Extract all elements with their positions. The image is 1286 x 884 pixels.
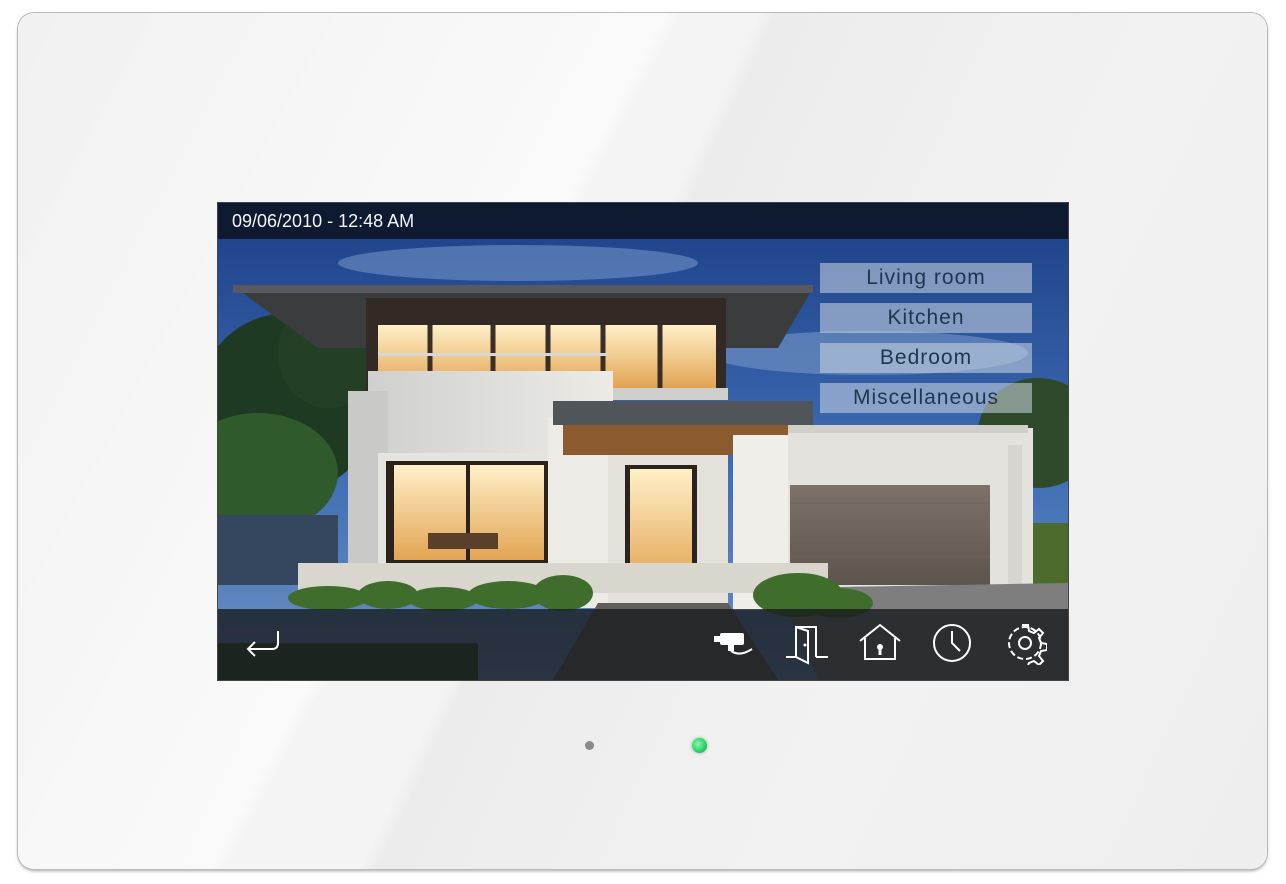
door-icon[interactable]	[782, 621, 832, 665]
status-bar: 09/06/2010 - 12:48 AM	[218, 203, 1068, 239]
back-icon[interactable]	[240, 623, 284, 663]
home-lock-icon[interactable]	[856, 621, 904, 665]
touch-screen: 09/06/2010 - 12:48 AM Living room Kitche…	[218, 203, 1068, 680]
bottom-toolbar	[218, 609, 1068, 680]
status-led	[692, 738, 707, 753]
clock-icon[interactable]	[930, 621, 974, 665]
sensor-dot	[585, 741, 594, 750]
room-button-miscellaneous[interactable]: Miscellaneous	[820, 383, 1032, 413]
datetime-label: 09/06/2010 - 12:48 AM	[232, 211, 415, 231]
camera-icon[interactable]	[710, 623, 758, 663]
room-button-living-room[interactable]: Living room	[820, 263, 1032, 293]
room-button-bedroom[interactable]: Bedroom	[820, 343, 1032, 373]
gear-icon[interactable]	[1003, 621, 1048, 667]
room-button-kitchen[interactable]: Kitchen	[820, 303, 1032, 333]
